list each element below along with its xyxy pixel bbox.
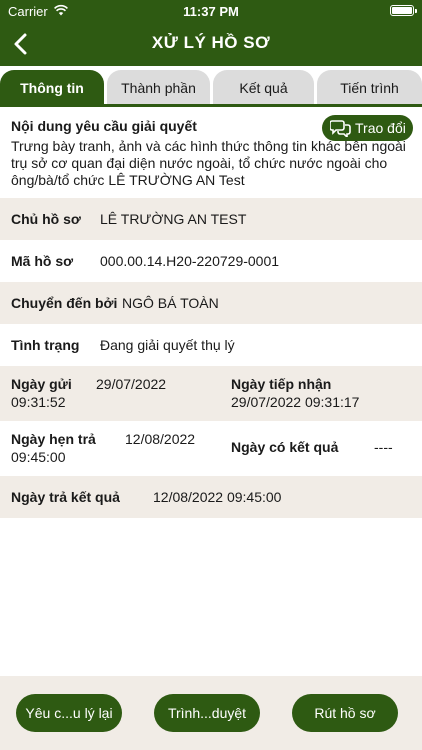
code-label: Mã hồ sơ [11, 253, 74, 269]
tab-info[interactable]: Thông tin [0, 70, 104, 106]
tab-progress[interactable]: Tiến trình [317, 70, 422, 106]
sent-date: 29/07/2022 [96, 376, 167, 392]
tab-underline [0, 104, 422, 107]
dates-appointment-row: Ngày hẹn trả 12/08/2022 09:45:00 Ngày có… [0, 421, 422, 476]
clock: 11:37 PM [183, 4, 239, 19]
result-date-value: ---- [374, 439, 393, 455]
dates-sent-row: Ngày gửi 29/07/2022 09:31:52 Ngày tiếp n… [0, 366, 422, 421]
returned-row: Ngày trả kết quả 12/08/2022 09:45:00 [0, 476, 422, 518]
appointment-label: Ngày hẹn trả [11, 431, 96, 447]
result-date-label: Ngày có kết quả [231, 439, 339, 455]
appointment-date: 12/08/2022 [125, 431, 196, 447]
status-bar: Carrier 11:37 PM [0, 0, 422, 22]
request-description: Trưng bày tranh, ảnh và các hình thức th… [11, 138, 406, 188]
state-value: Đang giải quyết thụ lý [100, 337, 235, 353]
sent-time: 09:31:52 [11, 394, 66, 410]
state-label: Tình trạng [11, 337, 80, 353]
owner-label: Chủ hồ sơ [11, 211, 81, 227]
tab-components[interactable]: Thành phần [107, 70, 210, 106]
code-value: 000.00.14.H20-220729-0001 [100, 253, 280, 269]
chat-bubbles-icon [330, 120, 351, 137]
submit-approval-button[interactable]: Trình...duyệt [154, 694, 260, 732]
discuss-label: Trao đổi [355, 120, 406, 136]
state-row: Tình trạng Đang giải quyết thụ lý [0, 324, 422, 366]
tab-bar: Thông tin Thành phần Kết quả Tiến trình [0, 66, 422, 108]
sent-label: Ngày gửi [11, 376, 72, 392]
page-title: XỬ LÝ HỒ SƠ [151, 33, 271, 52]
owner-value: LÊ TRƯỜNG AN TEST [100, 211, 247, 227]
forwarded-value: NGÔ BÁ TOÀN [122, 295, 219, 311]
received-value: 29/07/2022 09:31:17 [231, 394, 360, 410]
returned-value: 12/08/2022 09:45:00 [153, 489, 282, 505]
appointment-time: 09:45:00 [11, 449, 66, 465]
returned-label: Ngày trả kết quả [11, 489, 120, 505]
withdraw-button[interactable]: Rút hồ sơ [292, 694, 398, 732]
owner-row: Chủ hồ sơ LÊ TRƯỜNG AN TEST [0, 198, 422, 240]
discuss-button[interactable]: Trao đổi [322, 115, 413, 141]
tab-results[interactable]: Kết quả [213, 70, 314, 106]
received-label: Ngày tiếp nhận [231, 376, 332, 392]
forwarded-row: Chuyển đến bởi NGÔ BÁ TOÀN [0, 282, 422, 324]
battery-icon [390, 5, 417, 16]
code-row: Mã hồ sơ 000.00.14.H20-220729-0001 [0, 240, 422, 282]
forwarded-label: Chuyển đến bởi [11, 295, 118, 311]
app-header: Carrier 11:37 PM XỬ LÝ HỒ SƠ [0, 0, 422, 66]
request-reprocess-button[interactable]: Yêu c...u lý lại [16, 694, 122, 732]
request-heading: Nội dung yêu cầu giải quyết [11, 118, 197, 134]
